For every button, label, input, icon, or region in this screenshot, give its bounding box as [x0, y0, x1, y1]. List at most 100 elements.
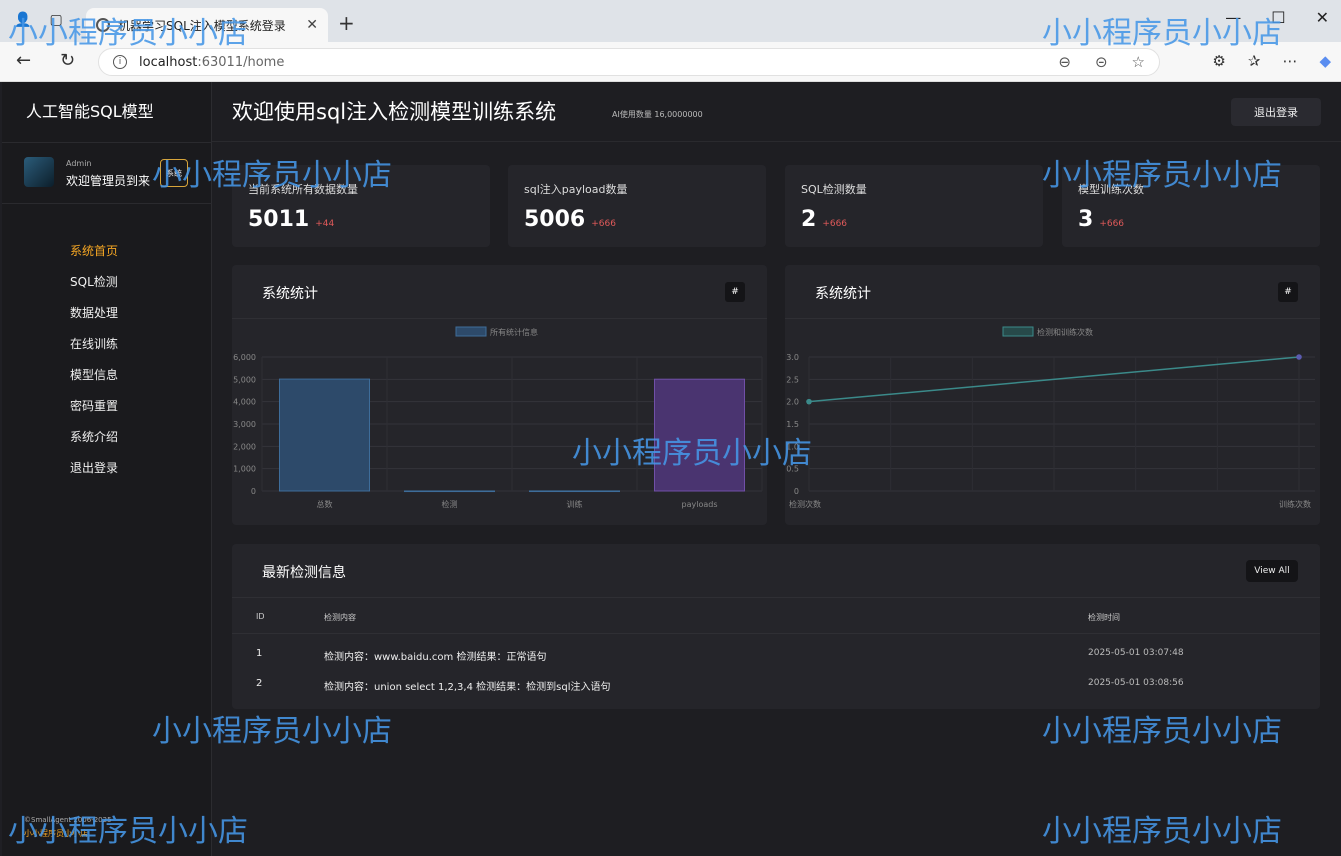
sidebar-item-password[interactable]: 密码重置: [70, 397, 118, 428]
x-tick-label: 检测次数: [789, 499, 821, 509]
y-tick-label: 2.5: [786, 375, 799, 384]
stat-value: 2 +666: [801, 207, 848, 232]
sidebar-item-home[interactable]: 系统首页: [70, 242, 118, 273]
panel-menu-button[interactable]: #: [1278, 282, 1298, 302]
sidebar-menu: 系统首页 SQL检测 数据处理 在线训练 模型信息 密码重置 系统介绍 退出登录: [70, 242, 118, 490]
browser-tab[interactable]: 机器学习SQL注入模型系统登录 ✕: [86, 8, 328, 42]
user-welcome: 欢迎管理员到来: [66, 174, 151, 188]
table-header: ID 检测内容 检测时间: [232, 598, 1320, 634]
stat-card-total: 当前系统所有数据数量 5011 +44: [232, 165, 490, 247]
legend-swatch: [455, 326, 487, 337]
extensions-icon[interactable]: ⚙: [1212, 52, 1225, 70]
footer-copyright: ©SmallAgent 2006-2025: [24, 816, 112, 824]
legend-label: 检测和训练次数: [1037, 327, 1093, 337]
sidebar-item-sql-detect[interactable]: SQL检测: [70, 273, 118, 304]
x-tick-label: 总数: [317, 499, 333, 509]
info-icon[interactable]: i: [113, 55, 127, 69]
profile-icon[interactable]: 👤: [14, 12, 31, 28]
row-time: 2025-05-01 03:08:56: [1088, 678, 1184, 688]
line-chart: 0 0.5 1.0 1.5 2.0 2.5 3.0 检测次数 训练次数 检测和训练次数: [786, 326, 1315, 509]
main-content: 欢迎使用sql注入检测模型训练系统 AI使用数量 16,0000000 退出登录…: [212, 82, 1341, 856]
row-content: 检测内容：union select 1,2,3,4 检测结果：检测到sql注入语…: [324, 682, 611, 693]
data-point: [806, 398, 812, 405]
logout-button[interactable]: 退出登录: [1231, 98, 1321, 126]
column-header-content: 检测内容: [324, 613, 356, 622]
ai-count: AI使用数量 16,0000000: [612, 110, 703, 119]
row-content: 检测内容：www.baidu.com 检测结果：正常语句: [324, 652, 547, 663]
bar: [404, 490, 495, 493]
sidebar-item-data[interactable]: 数据处理: [70, 304, 118, 335]
y-tick-label: 4,000: [233, 398, 256, 407]
page-header: 欢迎使用sql注入检测模型训练系统 AI使用数量 16,0000000 退出登录: [212, 82, 1341, 142]
avatar: [24, 157, 54, 187]
column-header-time: 检测时间: [1088, 613, 1120, 622]
url-field[interactable]: i localhost:63011/home ⊖ ⊝ ☆: [98, 48, 1160, 76]
app: 人工智能SQL模型 Admin 欢迎管理员到来 系统 系统首页 SQL检测 数据…: [2, 82, 1341, 856]
detections-panel: 最新检测信息 View All ID 检测内容 检测时间 1 检测内容：www.…: [232, 544, 1320, 709]
x-tick-label: 检测: [442, 499, 458, 509]
panel-title: 最新检测信息: [262, 565, 346, 581]
panel-title: 系统统计: [262, 286, 318, 302]
table-row[interactable]: 1 检测内容：www.baidu.com 检测结果：正常语句 2025-05-0…: [232, 640, 1320, 670]
sidebar-item-train[interactable]: 在线训练: [70, 335, 118, 366]
y-tick-label: 1,000: [233, 465, 256, 474]
user-role: Admin: [66, 159, 92, 168]
refresh-icon[interactable]: ↻: [60, 50, 75, 71]
row-id: 1: [256, 648, 263, 659]
stat-label: SQL检测数量: [801, 183, 867, 196]
bar: [529, 490, 620, 493]
favorite-star-icon[interactable]: ☆: [1132, 53, 1145, 71]
column-header-id: ID: [256, 612, 265, 621]
stats-panel-bar: 系统统计 # 0 1,000 2,000 3,000 4,000 5,000 6,000 总数…: [232, 265, 767, 525]
copilot-icon[interactable]: ◆: [1319, 52, 1331, 70]
user-badge[interactable]: 系统: [160, 159, 188, 187]
bar: [654, 378, 745, 492]
row-id: 2: [256, 678, 263, 689]
footer-link[interactable]: 小小程序员小小店: [24, 828, 88, 839]
data-point: [1296, 354, 1302, 360]
zoom-icon[interactable]: ⊖: [1058, 53, 1071, 71]
y-tick-label: 2,000: [233, 442, 256, 451]
sidebar-item-logout[interactable]: 退出登录: [70, 459, 118, 490]
close-window-button[interactable]: ✕: [1316, 8, 1329, 27]
legend-label: 所有统计信息: [490, 327, 538, 337]
y-tick-label: 2.0: [786, 398, 799, 407]
page-title: 欢迎使用sql注入检测模型训练系统: [232, 100, 557, 124]
stats-panel-line: 系统统计 # 0 0.5 1.0 1.5 2.0 2.5 3.0 检测次数 训练次数 检测和训练次…: [785, 265, 1320, 525]
bar-chart: 0 1,000 2,000 3,000 4,000 5,000 6,000 总数 检测 训练 pay…: [233, 326, 763, 509]
stat-label: 当前系统所有数据数量: [248, 183, 358, 196]
stat-value: 5011 +44: [248, 207, 335, 232]
table-row[interactable]: 2 检测内容：union select 1,2,3,4 检测结果：检测到sql注…: [232, 670, 1320, 700]
x-tick-label: payloads: [682, 500, 718, 509]
minimize-button[interactable]: —: [1225, 8, 1241, 27]
stat-value: 3 +666: [1078, 207, 1125, 232]
x-tick-label: 训练: [567, 499, 583, 509]
stat-card-payload: sql注入payload数量 5006 +666: [508, 165, 766, 247]
y-tick-label: 3.0: [786, 353, 799, 362]
back-arrow-icon[interactable]: ←: [16, 50, 31, 71]
reader-icon[interactable]: ⊝: [1095, 53, 1108, 71]
sidebar-item-model[interactable]: 模型信息: [70, 366, 118, 397]
new-tab-button[interactable]: +: [338, 11, 355, 35]
tab-actions-icon[interactable]: ▢: [49, 12, 62, 28]
panel-menu-button[interactable]: #: [725, 282, 745, 302]
more-icon[interactable]: ⋯: [1282, 52, 1297, 70]
stat-card-detect: SQL检测数量 2 +666: [785, 165, 1043, 247]
y-tick-label: 3,000: [233, 420, 256, 429]
browser-tabbar: 👤 ▢ 机器学习SQL注入模型系统登录 ✕ + — ☐ ✕: [0, 0, 1341, 42]
profile-area[interactable]: 👤 ▢: [14, 12, 63, 28]
x-tick-label: 训练次数: [1279, 499, 1311, 509]
tab-title: 机器学习SQL注入模型系统登录: [118, 18, 286, 33]
legend-swatch: [1002, 326, 1034, 337]
bar: [279, 378, 370, 492]
brand-title: 人工智能SQL模型: [26, 102, 154, 121]
favorites-icon[interactable]: ✰: [1248, 52, 1261, 70]
url-text: localhost:63011/home: [139, 54, 285, 70]
row-time: 2025-05-01 03:07:48: [1088, 648, 1184, 658]
panel-title: 系统统计: [815, 286, 871, 302]
sidebar-item-about[interactable]: 系统介绍: [70, 428, 118, 459]
view-all-button[interactable]: View All: [1246, 560, 1298, 582]
maximize-button[interactable]: ☐: [1271, 8, 1285, 27]
globe-icon: [96, 18, 110, 32]
tab-close-icon[interactable]: ✕: [306, 17, 318, 33]
